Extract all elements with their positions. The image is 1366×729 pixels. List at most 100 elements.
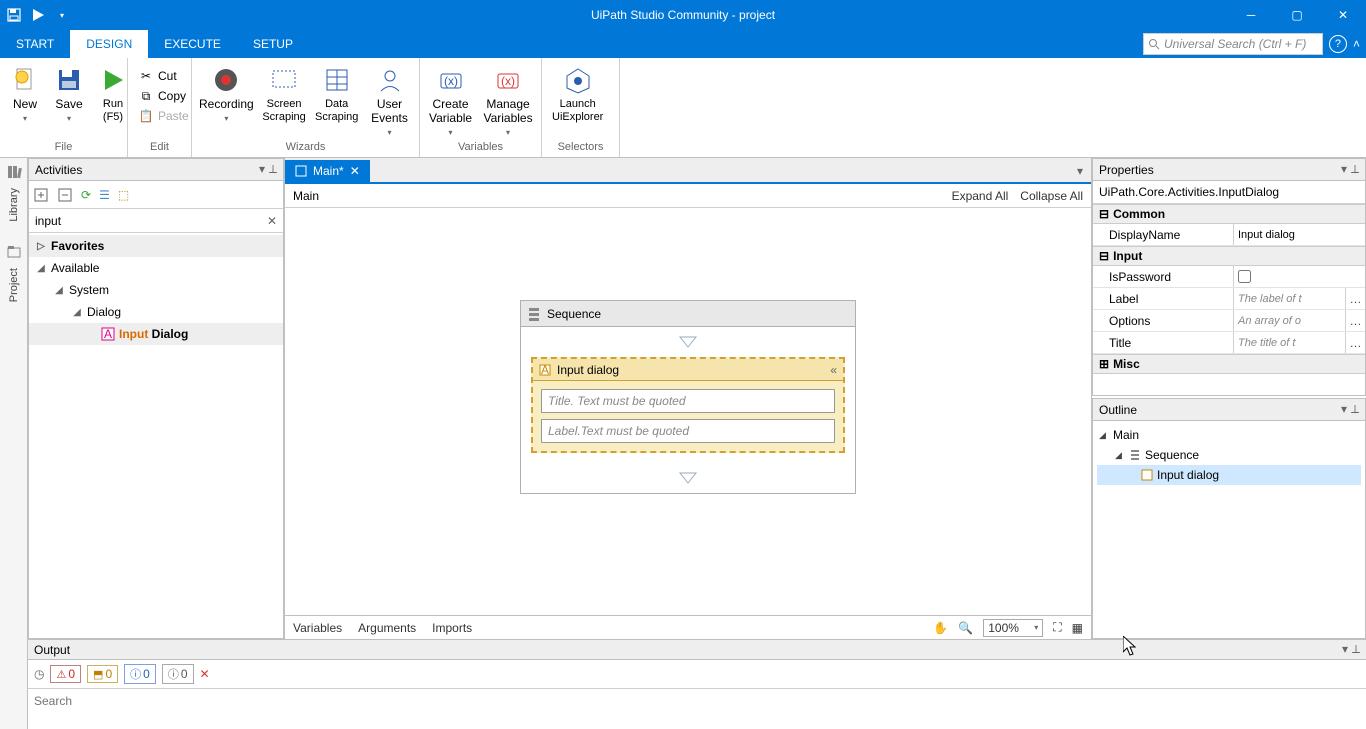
cat-input[interactable]: ⊟Input [1093, 246, 1365, 266]
expand-all[interactable]: Expand All [952, 189, 1009, 203]
tree-dialog[interactable]: ◢Dialog [29, 301, 283, 323]
data-scraping-button[interactable]: Data Scraping [311, 62, 362, 126]
prop-title-browse[interactable]: … [1345, 332, 1365, 353]
activities-search-input[interactable] [35, 214, 267, 228]
overview-icon[interactable]: ▦ [1072, 621, 1083, 635]
output-pin[interactable]: ⟂ [1352, 642, 1360, 657]
zoom-combo[interactable]: 100%▾ [983, 619, 1043, 637]
prop-label-browse[interactable]: … [1345, 288, 1365, 309]
run-icon[interactable] [30, 7, 46, 23]
activities-pin[interactable]: ⟂ [269, 162, 277, 177]
prop-label[interactable]: Label The label of t … [1093, 288, 1365, 310]
tree-system[interactable]: ◢System [29, 279, 283, 301]
output-dropdown[interactable]: ▾ [1342, 642, 1348, 657]
recording-button[interactable]: Recording▾ [196, 62, 257, 127]
ispassword-checkbox[interactable] [1238, 270, 1251, 283]
act-refresh-icon[interactable]: ⟳ [81, 188, 91, 202]
footer-imports[interactable]: Imports [432, 621, 472, 635]
sequence-icon [1129, 449, 1141, 461]
qat-dropdown-icon[interactable]: ▾ [54, 7, 70, 23]
input-dialog-title-field[interactable]: Title. Text must be quoted [541, 389, 835, 413]
output-clock-icon[interactable]: ◷ [34, 667, 44, 681]
new-button[interactable]: New▾ [4, 62, 46, 127]
collapse-ribbon-button[interactable]: ˄ [1353, 37, 1360, 51]
sequence-title: Sequence [547, 307, 601, 321]
close-button[interactable]: ✕ [1320, 0, 1366, 30]
outline-title: Outline [1099, 403, 1137, 417]
drop-connector-top[interactable] [521, 327, 855, 357]
save-icon[interactable] [6, 7, 22, 23]
group-variables-label: Variables [420, 141, 541, 157]
launch-uiexplorer-button[interactable]: Launch UiExplorer [546, 62, 609, 126]
designer-tab-main[interactable]: Main* ✕ [285, 160, 370, 182]
prop-ispassword[interactable]: IsPassword [1093, 266, 1365, 288]
tree-input-dialog[interactable]: A Input Dialog [29, 323, 283, 345]
minimize-button[interactable]: ─ [1228, 0, 1274, 30]
act-package-icon[interactable]: ⬚ [118, 188, 129, 202]
copy-button[interactable]: ⧉Copy [132, 86, 195, 106]
properties-panel: Properties ▾⟂ UiPath.Core.Activities.Inp… [1092, 158, 1366, 396]
create-variable-button[interactable]: (x) Create Variable ▾ [424, 62, 477, 141]
save-button[interactable]: Save▾ [48, 62, 90, 127]
breadcrumb[interactable]: Main [293, 189, 319, 203]
cat-common[interactable]: ⊟Common [1093, 204, 1365, 224]
designer-tab-close[interactable]: ✕ [350, 164, 360, 178]
help-button[interactable]: ? [1329, 35, 1347, 53]
footer-variables[interactable]: Variables [293, 621, 342, 635]
activities-dropdown[interactable]: ▾ [259, 162, 265, 177]
output-search[interactable] [34, 694, 1360, 708]
sequence-container[interactable]: Sequence A Input dialog « Title. Text mu… [520, 300, 856, 494]
outline-sequence[interactable]: ◢Sequence [1097, 445, 1361, 465]
activity-collapse-icon[interactable]: « [830, 363, 837, 377]
tab-start[interactable]: START [0, 30, 70, 58]
footer-arguments[interactable]: Arguments [358, 621, 416, 635]
designer-tabs-dropdown[interactable]: ▾ [1069, 160, 1091, 182]
pan-icon[interactable]: ✋ [933, 621, 948, 635]
maximize-button[interactable]: ▢ [1274, 0, 1320, 30]
rail-library[interactable]: Library [8, 184, 20, 226]
output-trace-filter[interactable]: ⓘ0 [162, 664, 194, 684]
manage-variables-button[interactable]: (x) Manage Variables ▾ [479, 62, 537, 141]
paste-button[interactable]: 📋Paste [132, 106, 195, 126]
screen-scraping-button[interactable]: Screen Scraping [259, 62, 310, 126]
output-panel: Output ▾⟂ ◷ ⚠0 ⬒0 ⓘ0 ⓘ0 ✕ [28, 639, 1366, 729]
output-error-filter[interactable]: ⚠0 [50, 665, 81, 683]
tab-setup[interactable]: SETUP [237, 30, 309, 58]
tab-design[interactable]: DESIGN [70, 30, 148, 58]
outline-main[interactable]: ◢Main [1097, 425, 1361, 445]
designer-area: Main* ✕ ▾ Main Expand All Collapse All S… [284, 158, 1092, 639]
zoom-icon[interactable]: 🔍 [958, 621, 973, 635]
props-dropdown[interactable]: ▾ [1341, 162, 1347, 177]
user-events-button[interactable]: User Events ▾ [364, 62, 415, 141]
act-list-icon[interactable]: ☰ [99, 188, 110, 202]
outline-dropdown[interactable]: ▾ [1341, 402, 1347, 417]
tree-favorites[interactable]: ▷Favorites [29, 235, 283, 257]
act-collapse-icon[interactable] [57, 187, 73, 203]
activities-search-clear[interactable]: ✕ [267, 214, 277, 228]
prop-title[interactable]: Title The title of t … [1093, 332, 1365, 354]
outline-pin[interactable]: ⟂ [1351, 402, 1359, 417]
prop-displayname[interactable]: DisplayName Input dialog [1093, 224, 1365, 246]
act-expand-icon[interactable] [33, 187, 49, 203]
prop-options-browse[interactable]: … [1345, 310, 1365, 331]
outline-input-dialog[interactable]: Input dialog [1097, 465, 1361, 485]
collapse-all[interactable]: Collapse All [1020, 189, 1083, 203]
output-info-filter[interactable]: ⓘ0 [124, 664, 156, 684]
fit-icon[interactable]: ⛶ [1053, 620, 1061, 635]
output-warn-filter[interactable]: ⬒0 [87, 665, 118, 683]
prop-options[interactable]: Options An array of o … [1093, 310, 1365, 332]
input-dialog-activity[interactable]: A Input dialog « Title. Text must be quo… [531, 357, 845, 453]
cut-button[interactable]: ✂Cut [132, 66, 195, 86]
output-clear[interactable]: ✕ [200, 667, 210, 681]
svg-text:(x): (x) [444, 74, 458, 88]
tree-available[interactable]: ◢Available [29, 257, 283, 279]
input-dialog-label-field[interactable]: Label.Text must be quoted [541, 419, 835, 443]
universal-search[interactable]: Universal Search (Ctrl + F) [1143, 33, 1323, 55]
properties-title: Properties [1099, 163, 1154, 177]
cat-misc[interactable]: ⊞Misc [1093, 354, 1365, 374]
rail-project[interactable]: Project [8, 264, 20, 306]
drop-connector-bottom[interactable] [521, 463, 855, 493]
props-pin[interactable]: ⟂ [1351, 162, 1359, 177]
tab-execute[interactable]: EXECUTE [148, 30, 237, 58]
search-placeholder: Universal Search (Ctrl + F) [1164, 37, 1306, 51]
